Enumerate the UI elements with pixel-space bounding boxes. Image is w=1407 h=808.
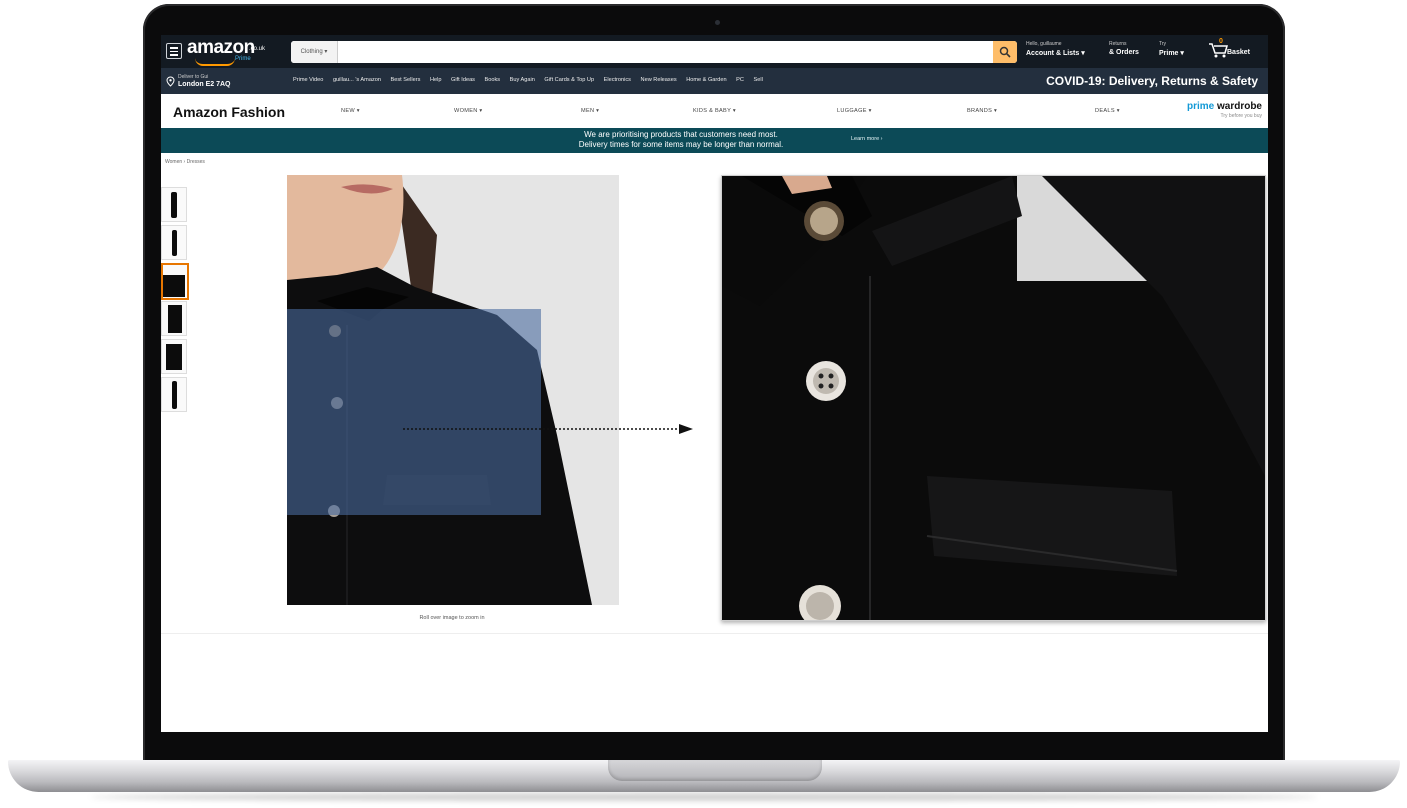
fashion-bar: Amazon Fashion NEW ▾ WOMEN ▾ MEN ▾ KIDS … [161,94,1268,129]
subnav-link[interactable]: Gift Cards & Top Up [544,77,594,83]
divider [161,633,1268,634]
laptop-notch [608,760,822,781]
product-photo [287,175,619,605]
try-prime-link[interactable]: Prime ▾ [1159,49,1184,57]
zoom-photo [722,176,1265,620]
location-pin-icon [166,76,175,87]
deliver-to-label: Deliver to Gui [178,74,209,80]
subnav-link[interactable]: Buy Again [510,77,535,83]
fashion-menu-new[interactable]: NEW ▾ [341,108,360,114]
notice-banner: We are prioritising products that custom… [161,128,1268,153]
subnav-link[interactable]: PC [736,77,744,83]
account-greeting: Hello, guillaume [1026,41,1062,47]
fashion-menu-women[interactable]: WOMEN ▾ [454,108,483,114]
fashion-menu-luggage[interactable]: LUGGAGE ▾ [837,108,872,114]
thumbnail-5[interactable] [161,339,187,374]
fashion-menu-deals[interactable]: DEALS ▾ [1095,108,1120,114]
subnav-link[interactable]: Best Sellers [391,77,421,83]
subnav-link[interactable]: Prime Video [293,77,323,83]
thumbnail-4[interactable] [161,301,187,336]
deliver-address[interactable]: London E2 7AQ [178,81,231,88]
zoom-preview [721,175,1266,621]
learn-more-link[interactable]: Learn more › [851,136,883,142]
arrow-icon [403,424,693,434]
logo-smile-icon [195,58,235,66]
laptop-shadow [90,793,1318,801]
subnav-link[interactable]: Help [430,77,442,83]
search-input[interactable] [343,46,947,60]
fashion-title[interactable]: Amazon Fashion [173,104,285,120]
subnav-link[interactable]: Sell [754,77,763,83]
fashion-menu-men[interactable]: MEN ▾ [581,108,599,114]
subnav-link[interactable]: Home & Garden [686,77,726,83]
sub-nav: Deliver to Gui London E2 7AQ Prime Video… [161,68,1268,94]
search-bar: Clothing ▾ [291,41,1017,63]
product-main-image[interactable] [287,175,619,605]
thumbnail-6[interactable] [161,377,187,412]
thumbnail-1[interactable] [161,187,187,222]
account-lists-link[interactable]: Account & Lists ▾ [1026,49,1085,57]
basket-icon[interactable] [1208,41,1228,59]
logo-prime: Prime [235,56,251,62]
hamburger-menu-icon[interactable] [166,43,182,59]
subnav-links: Prime Video guillau... 's Amazon Best Se… [293,77,771,83]
subnav-link[interactable]: New Releases [641,77,677,83]
basket-label[interactable]: Basket [1227,49,1250,56]
fashion-menu-brands[interactable]: BRANDS ▾ [967,108,997,114]
banner-message: We are prioritising products that custom… [578,130,784,149]
logo-tld: .co.uk [249,46,266,52]
laptop-screen: amazon .co.uk Prime Clothing ▾ Hello, gu… [161,35,1268,732]
try-small: Try [1159,41,1167,47]
returns-orders-link[interactable]: & Orders [1109,49,1139,56]
search-icon [999,46,1011,58]
basket-count: 0 [1219,38,1223,45]
subnav-link[interactable]: guillau... 's Amazon [333,77,381,83]
prime-wardrobe-tagline: Try before you buy [1220,113,1262,119]
breadcrumb[interactable]: Women › Dresses [165,159,205,165]
subnav-link[interactable]: Gift Ideas [451,77,475,83]
fashion-menu-kids[interactable]: KIDS & BABY ▾ [693,108,736,114]
zoom-lens [287,309,541,515]
top-nav: amazon .co.uk Prime Clothing ▾ Hello, gu… [161,35,1268,68]
returns-small: Returns [1109,41,1127,47]
covid-link[interactable]: COVID-19: Delivery, Returns & Safety [1046,74,1258,88]
thumbnail-3[interactable] [161,263,189,300]
search-category-select[interactable]: Clothing ▾ [291,41,338,63]
prime-wardrobe-logo[interactable]: prime wardrobe [1187,101,1262,112]
search-button[interactable] [993,41,1017,63]
subnav-link[interactable]: Books [485,77,501,83]
subnav-link[interactable]: Electronics [604,77,631,83]
thumbnail-2[interactable] [161,225,187,260]
laptop-camera [715,20,720,25]
zoom-caption: Roll over image to zoom in [419,615,485,621]
